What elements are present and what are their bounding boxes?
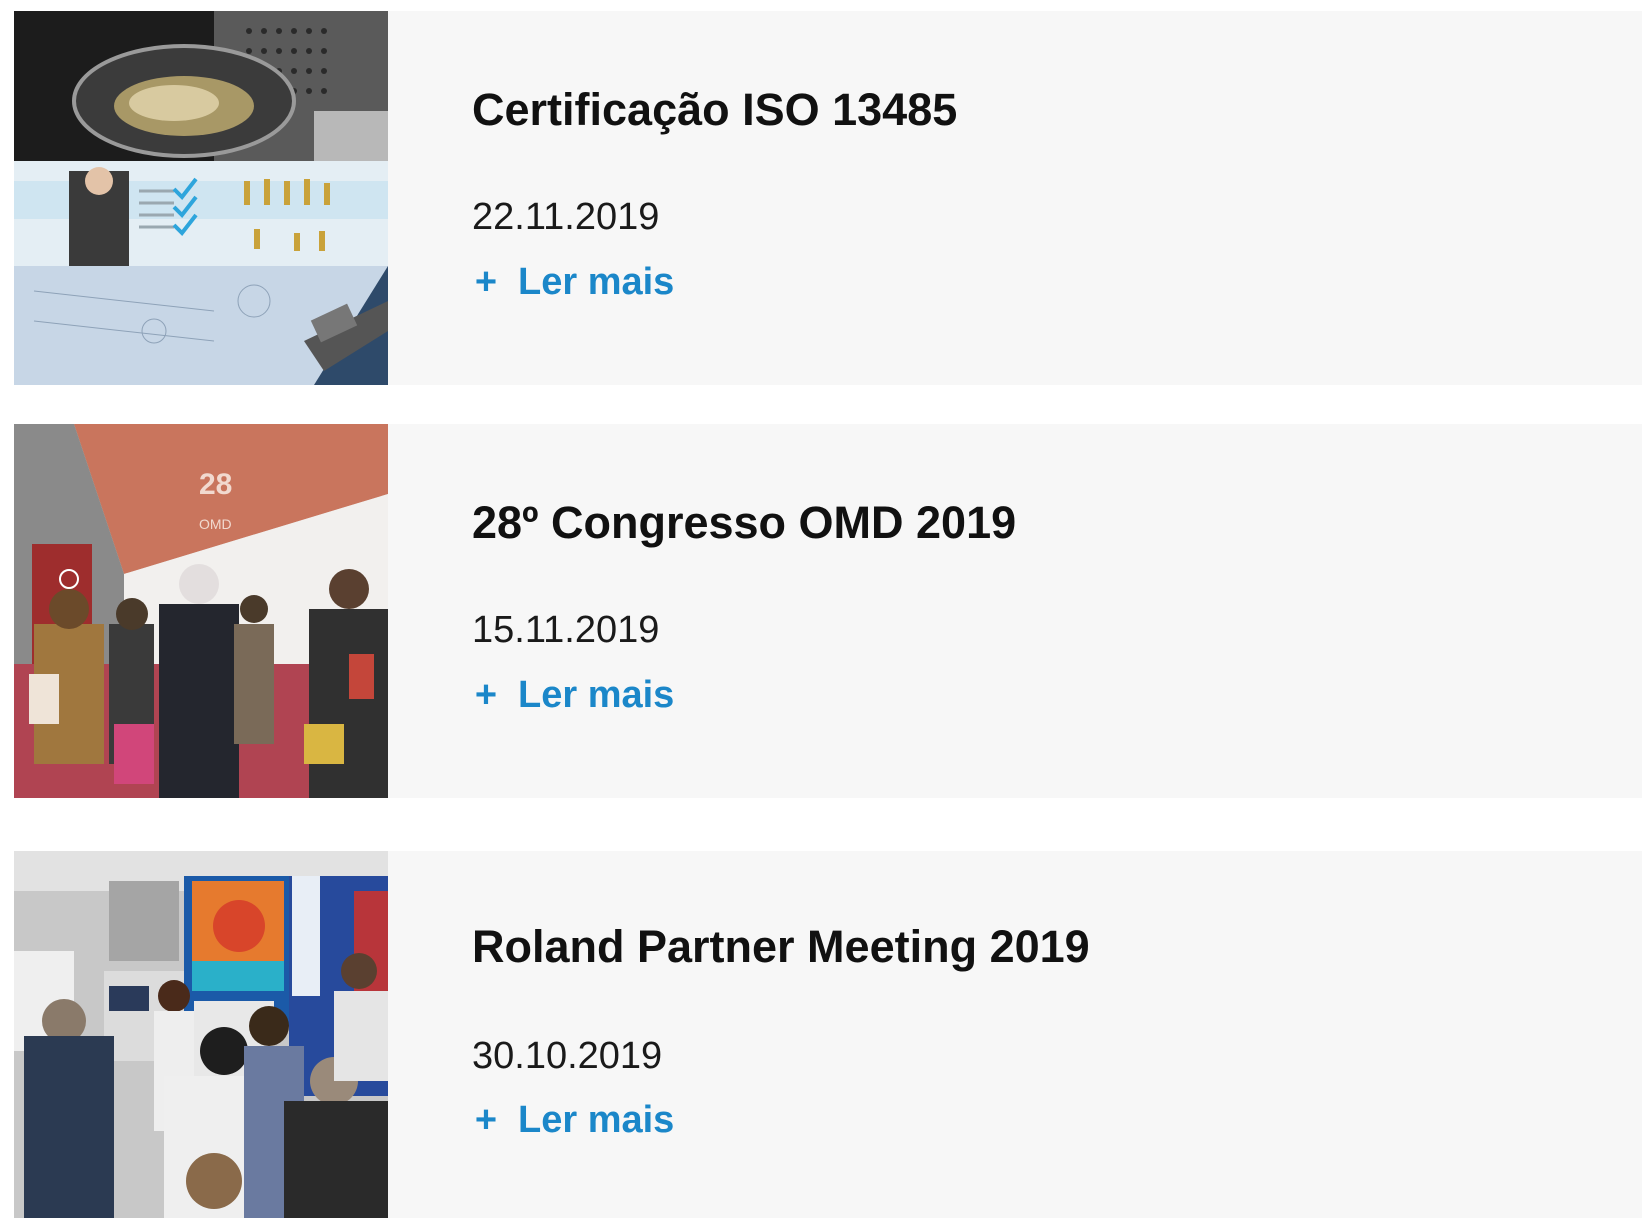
iso-certification-image — [14, 11, 388, 385]
read-more-label: Ler mais — [518, 674, 675, 716]
plus-icon: + — [474, 261, 498, 303]
news-thumbnail[interactable] — [14, 11, 388, 385]
news-thumbnail[interactable] — [14, 851, 388, 1218]
plus-icon: + — [474, 674, 498, 716]
news-list: Certificação ISO 13485 22.11.2019 + Ler … — [0, 0, 1642, 1218]
news-card: Roland Partner Meeting 2019 30.10.2019 +… — [14, 851, 1642, 1218]
read-more-label: Ler mais — [518, 261, 675, 303]
news-title[interactable]: 28º Congresso OMD 2019 — [472, 497, 1016, 549]
read-more-link[interactable]: + Ler mais — [472, 674, 674, 717]
omd-congress-image: 28 OMD — [14, 424, 388, 798]
svg-text:OMD: OMD — [199, 516, 232, 532]
news-date: 30.10.2019 — [472, 1035, 663, 1077]
svg-text:28: 28 — [199, 468, 232, 501]
roland-meeting-image — [14, 851, 388, 1218]
read-more-label: Ler mais — [518, 1099, 675, 1141]
plus-icon: + — [474, 1099, 498, 1141]
news-card: Certificação ISO 13485 22.11.2019 + Ler … — [14, 11, 1642, 385]
read-more-link[interactable]: + Ler mais — [472, 1099, 674, 1142]
news-thumbnail[interactable]: 28 OMD — [14, 424, 388, 798]
news-body: Roland Partner Meeting 2019 30.10.2019 +… — [388, 851, 1642, 1218]
news-date: 22.11.2019 — [472, 196, 660, 238]
news-body: 28º Congresso OMD 2019 15.11.2019 + Ler … — [388, 424, 1642, 798]
news-date: 15.11.2019 — [472, 609, 660, 651]
news-card: 28 OMD 28º Congresso OMD 2019 15.11.2019… — [14, 424, 1642, 798]
news-title[interactable]: Certificação ISO 13485 — [472, 84, 957, 136]
read-more-link[interactable]: + Ler mais — [472, 261, 674, 304]
news-body: Certificação ISO 13485 22.11.2019 + Ler … — [388, 11, 1642, 385]
news-title[interactable]: Roland Partner Meeting 2019 — [472, 921, 1090, 973]
